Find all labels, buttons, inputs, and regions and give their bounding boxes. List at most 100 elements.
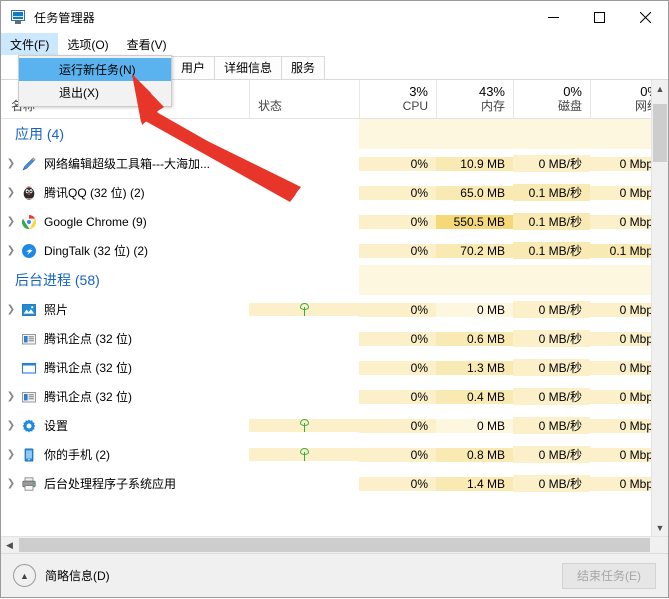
file-menu-dropdown: 运行新任务(N) 退出(X) [18, 55, 172, 107]
memory-cell: 65.0 MB [436, 186, 513, 200]
expand-chevron-icon[interactable]: ❯ [1, 450, 21, 460]
disk-cell: 0 MB/秒 [513, 446, 590, 463]
process-name-cell[interactable]: ❯ 网络编辑超级工具箱---大海加... [1, 155, 249, 172]
column-value-cpu: 3% [360, 84, 436, 99]
pencil-icon [21, 156, 37, 172]
table-row[interactable]: ❯ Google Chrome (9) 0% 550.5 MB 0.1 MB/秒… [1, 207, 668, 236]
table-row[interactable]: ❯ 腾讯QQ (32 位) (2) 0% 65.0 MB 0.1 MB/秒 0 … [1, 178, 668, 207]
process-name-label: 照片 [44, 301, 68, 318]
horizontal-scroll-thumb[interactable] [19, 538, 650, 552]
disk-cell: 0 MB/秒 [513, 475, 590, 492]
scroll-left-icon[interactable]: ◀ [1, 537, 18, 554]
process-name-cell[interactable]: ❯ 腾讯QQ (32 位) (2) [1, 184, 249, 201]
process-name-cell[interactable]: ❯ 照片 [1, 301, 249, 318]
window-title: 任务管理器 [34, 9, 95, 26]
tab-details[interactable]: 详细信息 [214, 56, 282, 79]
chevron-up-icon: ▲ [13, 564, 36, 587]
process-name-cell[interactable]: ❯ 腾讯企点 (32 位) [1, 330, 249, 347]
process-name-label: 腾讯企点 (32 位) [44, 359, 132, 376]
menu-view[interactable]: 查看(V) [118, 33, 176, 55]
qidian-icon [21, 389, 37, 405]
table-row[interactable]: ❯ 腾讯企点 (32 位) 0% 1.3 MB 0 MB/秒 0 Mbps [1, 353, 668, 382]
column-header-status[interactable]: 状态 [249, 80, 359, 118]
table-row[interactable]: ❯ 腾讯企点 (32 位) 0% 0.6 MB 0 MB/秒 0 Mbps [1, 324, 668, 353]
fewer-details-button[interactable]: ▲ 简略信息(D) [13, 564, 110, 587]
expand-chevron-icon[interactable]: ❯ [1, 246, 21, 256]
expand-chevron-icon[interactable]: ❯ [1, 159, 21, 169]
disk-cell: 0 MB/秒 [513, 330, 590, 347]
cpu-cell: 0% [359, 215, 436, 229]
memory-cell: 70.2 MB [436, 244, 513, 258]
expand-chevron-icon[interactable]: ❯ [1, 188, 21, 198]
table-row[interactable]: ❯ DingTalk (32 位) (2) 0% 70.2 MB 0.1 MB/… [1, 236, 668, 265]
expand-chevron-icon[interactable]: ❯ [1, 305, 21, 315]
maximize-button[interactable] [576, 1, 622, 33]
menu-options[interactable]: 选项(O) [58, 33, 117, 55]
column-header-cpu[interactable]: 3% CPU [359, 80, 436, 118]
memory-cell: 1.4 MB [436, 477, 513, 491]
section-title: 后台进程 (58) [1, 270, 100, 290]
table-row[interactable]: ❯ 设置 0% 0 MB 0 MB/秒 0 Mbps [1, 411, 668, 440]
menu-bar: 文件(F) 选项(O) 查看(V) [1, 33, 668, 56]
process-rows[interactable]: 应用 (4) ❯ 网络编辑超级工具箱---大海加... 0% 10.9 MB 0… [1, 119, 668, 536]
table-row[interactable]: ❯ 腾讯企点 (32 位) 0% 0.4 MB 0 MB/秒 0 Mbps [1, 382, 668, 411]
process-status-cell [249, 419, 359, 432]
section-header: 后台进程 (58) [1, 265, 668, 295]
menu-item-run-new-task[interactable]: 运行新任务(N) [19, 58, 171, 81]
process-name-cell[interactable]: ❯ 后台处理程序子系统应用 [1, 475, 249, 492]
cpu-cell: 0% [359, 157, 436, 171]
column-header-disk[interactable]: 0% 磁盘 [513, 80, 590, 118]
disk-cell: 0 MB/秒 [513, 417, 590, 434]
end-task-button[interactable]: 结束任务(E) [562, 563, 656, 589]
vertical-scroll-thumb[interactable] [653, 104, 667, 162]
task-manager-window: 任务管理器 文件(F) 选项(O) 查看(V) [0, 0, 669, 598]
cpu-cell: 0% [359, 448, 436, 462]
process-name-cell[interactable]: ❯ 腾讯企点 (32 位) [1, 359, 249, 376]
cpu-cell: 0% [359, 244, 436, 258]
table-row[interactable]: ❯ 照片 0% 0 MB 0 MB/秒 0 Mbps [1, 295, 668, 324]
menu-item-exit[interactable]: 退出(X) [19, 81, 171, 104]
tab-services[interactable]: 服务 [281, 56, 325, 79]
column-label-disk: 磁盘 [514, 99, 590, 114]
close-icon [640, 12, 651, 23]
table-row[interactable]: ❯ 网络编辑超级工具箱---大海加... 0% 10.9 MB 0 MB/秒 0… [1, 149, 668, 178]
minimize-button[interactable] [530, 1, 576, 33]
table-row[interactable]: ❯ 你的手机 (2) 0% 0.8 MB 0 MB/秒 0 Mbps [1, 440, 668, 469]
expand-chevron-icon[interactable]: ❯ [1, 479, 21, 489]
cpu-cell: 0% [359, 332, 436, 346]
section-header: 应用 (4) [1, 119, 668, 149]
minimize-icon [548, 12, 559, 23]
process-name-label: 腾讯企点 (32 位) [44, 330, 132, 347]
table-row[interactable]: ❯ 后台处理程序子系统应用 0% 1.4 MB 0 MB/秒 0 Mbps [1, 469, 668, 498]
tab-users[interactable]: 用户 [171, 56, 215, 79]
maximize-icon [594, 12, 605, 23]
qidian-icon [21, 331, 37, 347]
expand-chevron-icon[interactable]: ❯ [1, 421, 21, 431]
expand-chevron-icon[interactable]: ❯ [1, 392, 21, 402]
horizontal-scrollbar[interactable]: ◀ [1, 536, 668, 553]
vertical-scrollbar[interactable]: ▲ ▼ [651, 80, 668, 536]
process-name-cell[interactable]: ❯ 你的手机 (2) [1, 446, 249, 463]
memory-cell: 550.5 MB [436, 215, 513, 229]
dingtalk-icon [21, 243, 37, 259]
photos-icon [21, 302, 37, 318]
scroll-down-icon[interactable]: ▼ [652, 519, 668, 536]
process-name-label: 网络编辑超级工具箱---大海加... [44, 155, 210, 172]
process-name-cell[interactable]: ❯ 设置 [1, 417, 249, 434]
column-header-memory[interactable]: 43% 内存 [436, 80, 513, 118]
process-name-cell[interactable]: ❯ DingTalk (32 位) (2) [1, 242, 249, 259]
disk-cell: 0 MB/秒 [513, 301, 590, 318]
process-name-label: 设置 [44, 417, 68, 434]
menu-file[interactable]: 文件(F) [1, 33, 58, 55]
qq-icon [21, 185, 37, 201]
fewer-details-label: 简略信息(D) [45, 567, 110, 584]
process-name-cell[interactable]: ❯ 腾讯企点 (32 位) [1, 388, 249, 405]
expand-chevron-icon[interactable]: ❯ [1, 217, 21, 227]
memory-cell: 0 MB [436, 303, 513, 317]
disk-cell: 0 MB/秒 [513, 155, 590, 172]
process-name-cell[interactable]: ❯ Google Chrome (9) [1, 214, 249, 230]
process-table: 名称 状态 3% CPU 43% 内存 0% 磁盘 0% 网络 [1, 80, 668, 536]
scroll-up-icon[interactable]: ▲ [652, 80, 668, 97]
cpu-cell: 0% [359, 303, 436, 317]
close-button[interactable] [622, 1, 668, 33]
